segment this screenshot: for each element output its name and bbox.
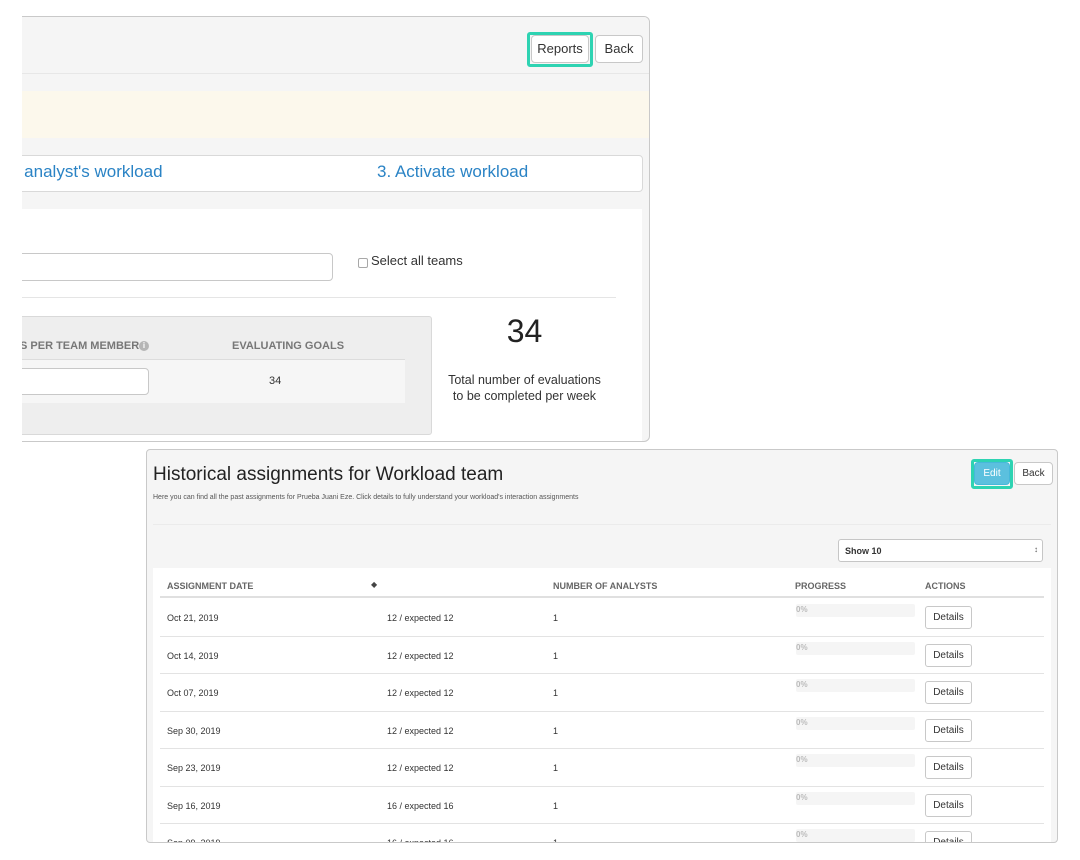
assignment-count: 12 / expected 12 xyxy=(387,688,454,698)
assignments-table-header: ASSIGNMENT DATE ◆ NUMBER OF ANALYSTS PRO… xyxy=(160,568,1044,598)
analysts-count: 1 xyxy=(553,688,559,698)
details-button[interactable]: Details xyxy=(925,681,972,704)
workload-config-card: Select all teams S PER TEAM MEMBER i EVA… xyxy=(22,209,642,441)
assignment-count: 12 / expected 12 xyxy=(387,763,454,773)
details-button[interactable]: Details xyxy=(925,718,972,742)
column-per-team-member: S PER TEAM MEMBER xyxy=(22,340,140,352)
assignment-date: Sep 09, 2019 xyxy=(167,838,221,843)
page-size-value: Show 10 xyxy=(845,546,882,556)
assignments-table: ASSIGNMENT DATE ◆ NUMBER OF ANALYSTS PRO… xyxy=(153,568,1051,843)
table-row: Oct 21, 2019 12 / expected 12 1 0% Details xyxy=(160,599,1044,637)
notice-banner xyxy=(22,91,649,138)
progress-label: 0% xyxy=(796,830,808,839)
assignment-count: 12 / expected 12 xyxy=(387,725,454,736)
team-select-input[interactable] xyxy=(22,253,333,281)
column-evaluating-goals: EVALUATING GOALS xyxy=(232,340,345,352)
progress-label: 0% xyxy=(796,755,808,764)
progress-label: 0% xyxy=(796,792,808,802)
per-member-goal-input[interactable] xyxy=(22,368,149,395)
analysts-count: 1 xyxy=(553,763,559,773)
back-button-bottom[interactable]: Back xyxy=(1014,462,1053,485)
edit-button[interactable]: Edit xyxy=(974,462,1010,485)
analysts-count: 1 xyxy=(553,613,559,623)
assignment-count: 12 / expected 12 xyxy=(387,650,454,661)
goals-table: S PER TEAM MEMBER i EVALUATING GOALS 34 xyxy=(22,316,432,435)
select-all-teams-checkbox[interactable] xyxy=(358,258,368,268)
column-number-of-analysts: NUMBER OF ANALYSTS xyxy=(553,581,658,591)
details-button[interactable]: Details xyxy=(925,793,972,817)
column-assignment-date[interactable]: ASSIGNMENT DATE xyxy=(167,581,253,591)
details-button[interactable]: Details xyxy=(925,643,972,667)
progress-bar: 0% xyxy=(796,829,915,842)
assignment-date: Sep 23, 2019 xyxy=(167,763,221,773)
page-size-select[interactable]: Show 10 ↕ xyxy=(838,539,1043,562)
progress-bar: 0% xyxy=(796,754,915,767)
analysts-count: 1 xyxy=(553,650,559,661)
details-button[interactable]: Details xyxy=(925,606,972,629)
goals-table-header: S PER TEAM MEMBER i EVALUATING GOALS xyxy=(22,317,405,360)
sort-icon[interactable]: ◆ xyxy=(371,580,377,589)
table-row: Oct 07, 2019 12 / expected 12 1 0% Details xyxy=(160,674,1044,712)
assignment-date: Sep 30, 2019 xyxy=(167,725,221,736)
table-row: Sep 16, 2019 16 / expected 16 1 0% Details xyxy=(160,787,1044,824)
chevron-updown-icon: ↕ xyxy=(1034,545,1038,554)
select-all-teams-label: Select all teams xyxy=(371,253,463,268)
progress-bar: 0% xyxy=(796,641,915,655)
page-title: Historical assignments for Workload team xyxy=(153,464,504,485)
divider xyxy=(153,524,1051,525)
back-button[interactable]: Back xyxy=(595,35,643,63)
column-progress: PROGRESS xyxy=(795,581,847,591)
total-evaluations-number: 34 xyxy=(506,313,543,349)
workflow-steps: e analyst's workload 3. Activate workloa… xyxy=(22,155,643,192)
column-actions: ACTIONS xyxy=(925,581,966,591)
page-subtitle: Here you can find all the past assignmen… xyxy=(153,494,579,501)
step-analyst-workload[interactable]: e analyst's workload xyxy=(22,162,163,182)
assignment-date: Sep 16, 2019 xyxy=(167,800,221,811)
progress-bar: 0% xyxy=(796,716,915,730)
assignment-count: 16 / expected 16 xyxy=(387,800,454,811)
assignment-count: 12 / expected 12 xyxy=(387,613,454,623)
panel-header: Reports Back xyxy=(22,17,649,74)
info-icon[interactable]: i xyxy=(139,341,149,351)
details-button[interactable]: Details xyxy=(925,831,972,842)
step-activate-workload[interactable]: 3. Activate workload xyxy=(377,162,528,182)
divider xyxy=(22,297,616,298)
goals-table-row: 34 xyxy=(22,360,405,403)
progress-bar: 0% xyxy=(796,679,915,692)
analysts-count: 1 xyxy=(553,838,559,843)
workload-setup-panel: Reports Back e analyst's workload 3. Act… xyxy=(22,16,650,442)
table-row: Sep 09, 2019 16 / expected 16 1 0% Details xyxy=(160,824,1044,843)
analysts-count: 1 xyxy=(553,800,559,811)
evaluating-goals-value: 34 xyxy=(269,375,282,387)
table-row: Oct 14, 2019 12 / expected 12 1 0% Details xyxy=(160,637,1044,674)
assignment-date: Oct 07, 2019 xyxy=(167,688,219,698)
total-evaluations-caption: Total number of evaluations to be comple… xyxy=(448,373,601,403)
progress-label: 0% xyxy=(796,605,808,614)
assignment-date: Oct 21, 2019 xyxy=(167,613,219,623)
reports-button[interactable]: Reports xyxy=(531,35,589,63)
progress-bar: 0% xyxy=(796,604,915,617)
assignment-date: Oct 14, 2019 xyxy=(167,650,219,661)
progress-bar: 0% xyxy=(796,791,915,805)
details-button[interactable]: Details xyxy=(925,756,972,779)
assignment-count: 16 / expected 16 xyxy=(387,838,454,843)
table-row: Sep 30, 2019 12 / expected 12 1 0% Details xyxy=(160,712,1044,749)
progress-label: 0% xyxy=(796,642,808,652)
progress-label: 0% xyxy=(796,680,808,689)
analysts-count: 1 xyxy=(553,725,559,736)
table-row: Sep 23, 2019 12 / expected 12 1 0% Details xyxy=(160,749,1044,787)
progress-label: 0% xyxy=(796,717,808,727)
historical-assignments-panel: Historical assignments for Workload team… xyxy=(146,449,1058,843)
